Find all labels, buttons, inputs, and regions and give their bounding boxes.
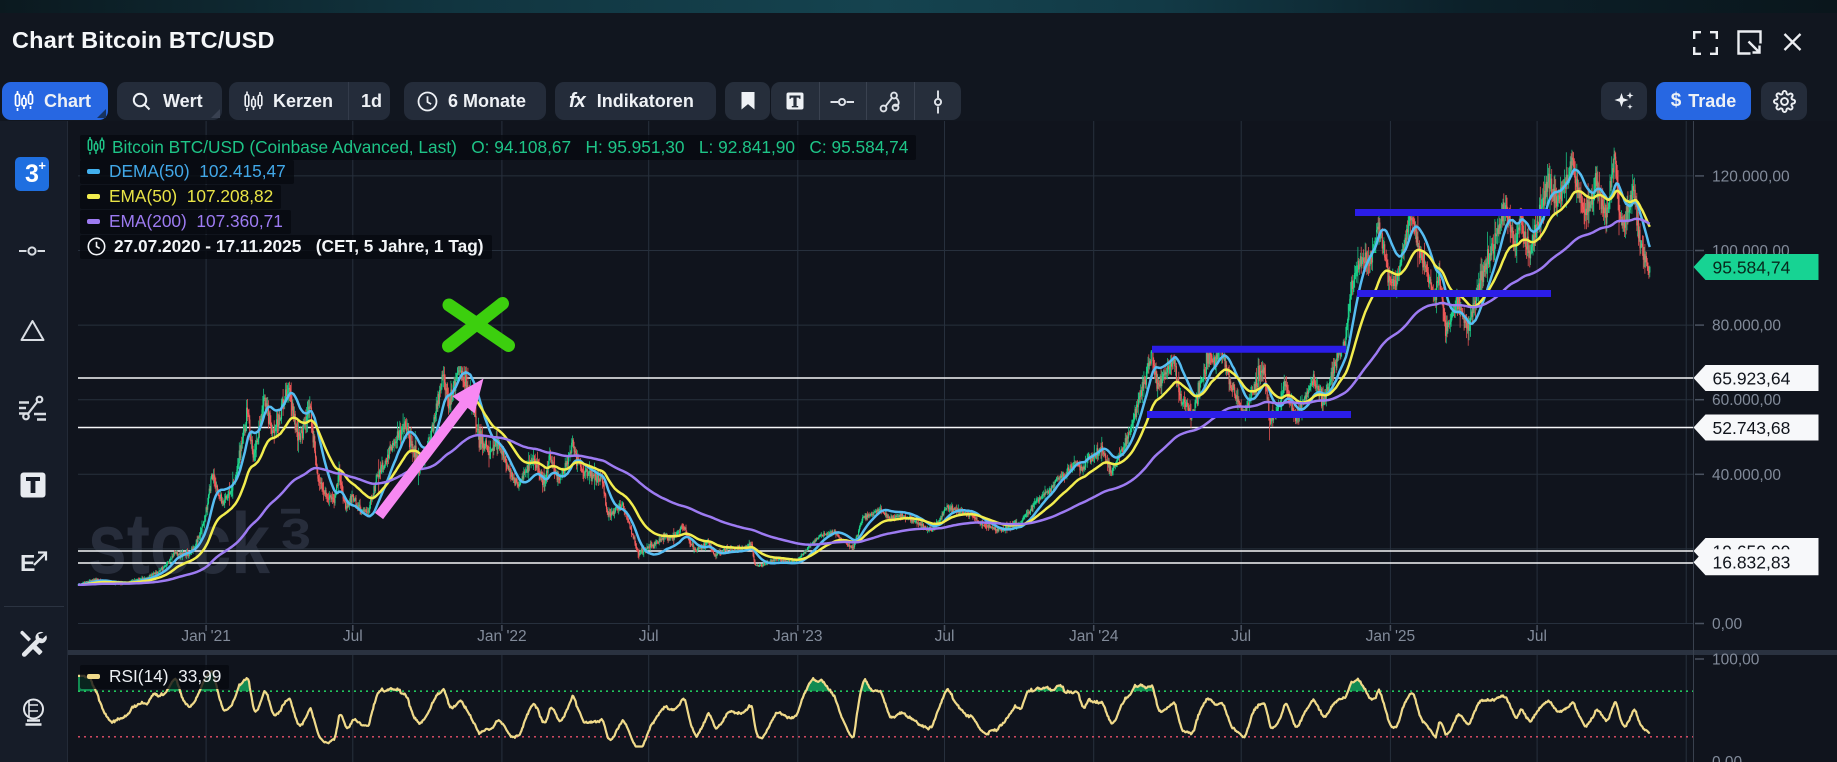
svg-text:52.743,68: 52.743,68: [1713, 418, 1791, 438]
svg-text:0,00: 0,00: [1712, 616, 1743, 633]
svg-text:0,00: 0,00: [1712, 754, 1743, 762]
svg-text:80.000,00: 80.000,00: [1712, 318, 1781, 335]
svg-text:60.000,00: 60.000,00: [1712, 392, 1781, 409]
svg-text:100,00: 100,00: [1712, 652, 1760, 669]
svg-text:120.000,00: 120.000,00: [1712, 168, 1790, 185]
svg-text:16.832,83: 16.832,83: [1713, 553, 1791, 573]
svg-text:95.584,74: 95.584,74: [1713, 257, 1791, 277]
svg-text:65.923,64: 65.923,64: [1713, 368, 1791, 388]
svg-text:40.000,00: 40.000,00: [1712, 467, 1781, 484]
